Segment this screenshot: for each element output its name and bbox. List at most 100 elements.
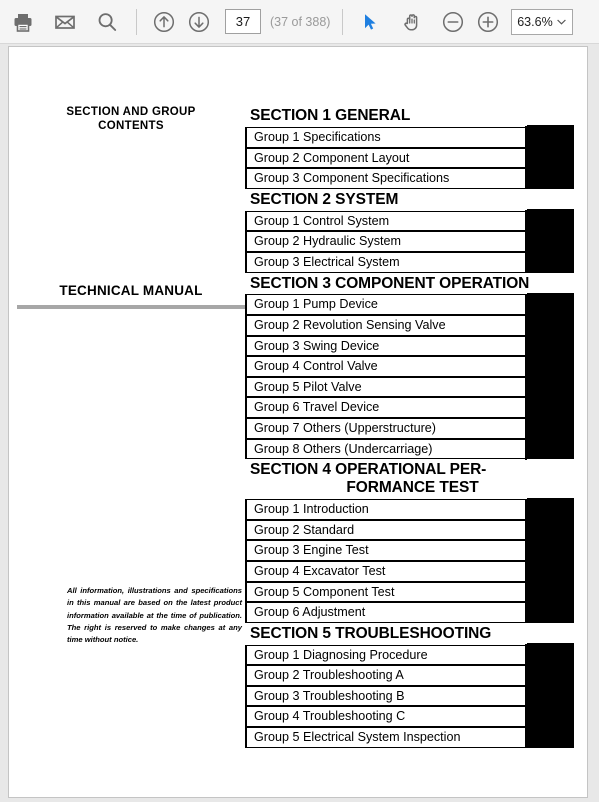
toc-group-label: Group 2 Component Layout xyxy=(254,150,410,165)
hand-tool-button[interactable] xyxy=(395,5,429,39)
section-heading-line-1: SECTION 4 OPERATIONAL PER- xyxy=(250,461,487,479)
section-index-tab xyxy=(527,725,574,748)
toc-group-row[interactable]: Group 8 Others (Undercarriage) xyxy=(247,438,574,460)
toc-group-row[interactable]: Group 4 Excavator Test xyxy=(247,560,574,582)
toc-group-row[interactable]: Group 4 Troubleshooting C xyxy=(247,705,574,728)
section-index-tab xyxy=(527,579,574,603)
toc-group-row[interactable]: Group 2 Troubleshooting A xyxy=(247,664,574,687)
toc-group-row[interactable]: Group 5 Pilot Valve xyxy=(247,376,574,398)
toc-group-label: Group 1 Specifications xyxy=(254,129,381,144)
toc-group-row[interactable]: Group 3 Swing Device xyxy=(247,335,574,357)
toc-group-row[interactable]: Group 3 Troubleshooting B xyxy=(247,685,574,707)
toc-group-row[interactable]: Group 3 Component Specifications xyxy=(247,167,574,189)
toc-group-label: Group 3 Component Specifications xyxy=(254,171,450,186)
page-number-value: 37 xyxy=(235,14,251,29)
next-page-button[interactable] xyxy=(182,5,216,39)
section-index-tab xyxy=(527,125,574,148)
toc-group-row[interactable]: Group 1 Control System xyxy=(247,210,574,232)
section-group-table: Group 1 Introduction Group 2 Standard Grou… xyxy=(245,497,574,624)
zoom-level-select[interactable]: 63.6% xyxy=(511,8,574,35)
toc-group-row[interactable]: Group 6 Adjustment xyxy=(247,601,574,623)
document-page: SECTION AND GROUP CONTENTS TECHNICAL MAN… xyxy=(8,46,588,798)
toc-group-row[interactable]: Group 6 Travel Device xyxy=(247,396,574,419)
table-of-contents: SECTION 1 GENERAL Group 1 Specifications G… xyxy=(245,105,580,748)
section-heading: SECTION 5 TROUBLESHOOTING xyxy=(250,624,492,642)
arrow-up-circle-icon xyxy=(153,11,175,32)
previous-page-button[interactable] xyxy=(147,5,181,39)
toc-group-label: Group 2 Troubleshooting A xyxy=(254,668,404,683)
envelope-icon xyxy=(55,15,75,29)
toc-group-row[interactable]: Group 3 Engine Test xyxy=(247,539,574,562)
toc-group-row[interactable]: Group 1 Pump Device xyxy=(247,293,574,316)
printer-icon xyxy=(14,13,32,32)
page-number-input[interactable]: 37 xyxy=(225,9,261,34)
toc-group-label: Group 5 Component Test xyxy=(254,584,395,599)
toc-group-row[interactable]: Group 2 Revolution Sensing Valve xyxy=(247,314,574,336)
toc-group-label: Group 1 Diagnosing Procedure xyxy=(254,647,428,662)
toc-group-label: Group 2 Standard xyxy=(254,522,355,537)
toc-group-label: Group 1 Pump Device xyxy=(254,297,378,312)
section-index-tab xyxy=(527,354,574,460)
email-button[interactable] xyxy=(48,5,82,39)
section-group-table: Group 1 Pump Device Group 2 Revolution Se… xyxy=(245,292,574,460)
select-tool-button[interactable] xyxy=(353,5,387,39)
arrow-down-circle-icon xyxy=(188,11,210,32)
print-button[interactable] xyxy=(6,5,40,39)
section-heading: SECTION 2 SYSTEM xyxy=(250,190,399,208)
toc-group-label: Group 3 Troubleshooting B xyxy=(254,688,405,703)
toc-group-label: Group 6 Travel Device xyxy=(254,400,380,415)
toolbar-navigation-group: 37 (37 of 388) xyxy=(147,5,330,39)
manual-title-block: TECHNICAL MANUAL xyxy=(17,283,245,309)
toc-group-label: Group 3 Electrical System xyxy=(254,254,400,269)
zoom-level-value: 63.6% xyxy=(517,14,553,29)
section-index-tab xyxy=(527,497,574,562)
toc-group-row[interactable]: Group 2 Component Layout xyxy=(247,146,574,169)
toc-group-label: Group 5 Electrical System Inspection xyxy=(254,730,461,745)
chevron-down-icon xyxy=(554,19,572,25)
toc-group-label: Group 5 Pilot Valve xyxy=(254,379,362,394)
toc-group-row[interactable]: Group 7 Others (Upperstructure) xyxy=(247,417,574,439)
toc-group-label: Group 1 Introduction xyxy=(254,502,369,517)
contents-heading-block: SECTION AND GROUP CONTENTS xyxy=(17,105,245,134)
toc-group-label: Group 2 Revolution Sensing Valve xyxy=(254,318,446,333)
toc-group-row[interactable]: Group 1 Introduction xyxy=(247,498,574,520)
section-index-tab xyxy=(527,643,574,728)
contents-title: SECTION AND GROUP CONTENTS xyxy=(17,105,245,134)
page-count-label: (37 of 388) xyxy=(270,14,331,29)
manual-title: TECHNICAL MANUAL xyxy=(59,283,203,298)
toolbar-tools-group: 63.6% xyxy=(353,5,574,39)
toc-group-row[interactable]: Group 1 Specifications xyxy=(247,126,574,148)
search-button[interactable] xyxy=(90,5,124,39)
section-group-table: Group 1 Specifications Group 2 Component … xyxy=(245,125,574,189)
toc-group-row[interactable]: Group 3 Electrical System xyxy=(247,251,574,273)
section-index-tab xyxy=(527,292,574,357)
toc-group-row[interactable]: Group 4 Control Valve xyxy=(247,355,574,378)
toc-group-row[interactable]: Group 2 Standard xyxy=(247,519,574,541)
minus-circle-icon xyxy=(443,11,464,32)
cursor-arrow-icon xyxy=(365,13,377,30)
contents-title-line-1: SECTION AND GROUP xyxy=(66,106,196,118)
toolbar-file-group xyxy=(6,5,124,39)
section-heading-line-2: FORMANCE TEST xyxy=(346,479,479,497)
toc-group-row[interactable]: Group 2 Hydraulic System xyxy=(247,230,574,253)
toc-group-row[interactable]: Group 1 Diagnosing Procedure xyxy=(247,644,574,666)
toc-group-row[interactable]: Group 5 Electrical System Inspection xyxy=(247,726,574,748)
toc-group-label: Group 7 Others (Upperstructure) xyxy=(254,421,436,436)
pdf-viewer-canvas[interactable]: SECTION AND GROUP CONTENTS TECHNICAL MAN… xyxy=(0,44,599,802)
section-group-table: Group 1 Control System Group 2 Hydraulic … xyxy=(245,209,574,273)
disclaimer-text: All information, illustrations and speci… xyxy=(67,586,242,645)
section-heading: SECTION 3 COMPONENT OPERATION xyxy=(250,274,530,292)
section-heading: SECTION 1 GENERAL xyxy=(250,107,411,124)
toc-group-row[interactable]: Group 5 Component Test xyxy=(247,580,574,603)
toolbar-separator-1 xyxy=(136,8,137,35)
section-index-tab xyxy=(527,209,574,273)
section-group-table: Group 1 Diagnosing Procedure Group 2 Trou… xyxy=(245,643,574,748)
plus-circle-icon xyxy=(478,11,499,32)
zoom-in-button[interactable] xyxy=(471,5,505,39)
manual-title-rule xyxy=(17,305,245,309)
zoom-out-button[interactable] xyxy=(436,5,470,39)
section-index-tab xyxy=(527,166,574,189)
toolbar-separator-2 xyxy=(342,8,344,35)
search-icon xyxy=(98,12,117,31)
contents-title-line-2: CONTENTS xyxy=(98,120,164,133)
